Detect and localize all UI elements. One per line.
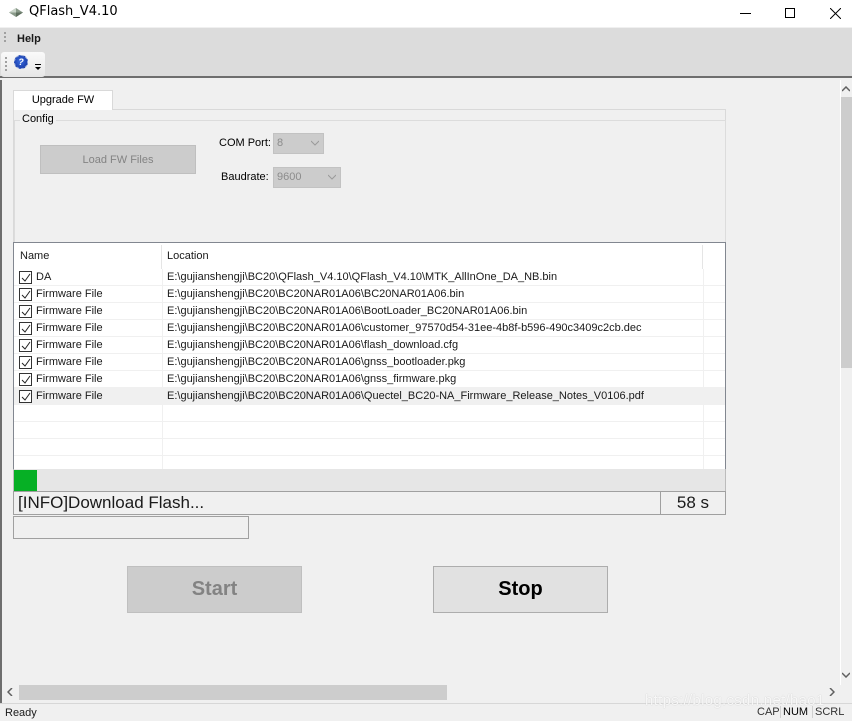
tab-upgrade-fw[interactable]: Upgrade FW — [13, 90, 113, 110]
com-port-label: COM Port: — [219, 137, 271, 149]
row-checkbox[interactable] — [19, 271, 32, 284]
window-title: QFlash_V4.10 — [29, 4, 118, 19]
sub-status-box — [13, 516, 249, 539]
list-item[interactable]: Firmware File E:\gujianshengji\BC20\BC20N… — [14, 354, 725, 371]
app-icon — [9, 8, 23, 17]
row-location: E:\gujianshengji\BC20\BC20NAR01A06\BC20N… — [167, 288, 465, 300]
row-name: Firmware File — [36, 390, 103, 402]
checkmark-icon — [21, 307, 31, 316]
checkmark-icon — [21, 341, 31, 350]
checkmark-icon — [21, 392, 31, 401]
row-checkbox[interactable] — [19, 356, 32, 369]
baudrate-select[interactable]: 9600 — [273, 167, 341, 188]
row-checkbox[interactable] — [19, 390, 32, 403]
config-group-label: Config — [20, 113, 56, 125]
minimize-icon — [739, 12, 751, 14]
toolbar-overflow-icon[interactable] — [34, 62, 42, 72]
com-port-value: 8 — [277, 137, 284, 149]
row-location: E:\gujianshengji\BC20\BC20NAR01A06\custo… — [167, 322, 642, 334]
menu-help[interactable]: Help — [17, 33, 41, 45]
row-checkbox[interactable] — [19, 373, 32, 386]
toolbar: ? — [0, 50, 852, 78]
menu-bar: Help — [0, 28, 852, 50]
maximize-icon — [784, 8, 795, 18]
row-name: Firmware File — [36, 356, 103, 368]
empty-row — [14, 422, 725, 439]
close-icon — [829, 8, 841, 19]
row-location: E:\gujianshengji\BC20\BC20NAR01A06\gnss_… — [167, 356, 466, 368]
com-port-select[interactable]: 8 — [273, 133, 324, 154]
start-button[interactable]: Start — [127, 566, 302, 613]
list-item[interactable]: Firmware File E:\gujianshengji\BC20\BC20N… — [14, 303, 725, 320]
column-separator[interactable] — [702, 245, 703, 269]
row-checkbox[interactable] — [19, 322, 32, 335]
row-name: Firmware File — [36, 305, 103, 317]
row-location: E:\gujianshengji\BC20\BC20NAR01A06\gnss_… — [167, 373, 457, 385]
chevron-left-icon — [7, 688, 13, 696]
row-name: Firmware File — [36, 373, 103, 385]
scroll-down-button[interactable] — [840, 668, 852, 682]
checkmark-icon — [21, 358, 31, 367]
row-name: Firmware File — [36, 288, 103, 300]
vertical-scroll-thumb[interactable] — [841, 97, 852, 368]
close-button[interactable] — [812, 0, 852, 27]
row-location: E:\gujianshengji\BC20\BC20NAR01A06\BootL… — [167, 305, 528, 317]
scroll-right-button[interactable] — [826, 685, 838, 699]
checkmark-icon — [21, 375, 31, 384]
list-item[interactable]: DA E:\gujianshengji\BC20\QFlash_V4.10\QFl… — [14, 269, 725, 286]
checkmark-icon — [21, 290, 31, 299]
watermark: https://blog.csdn.net/hao1 — [645, 692, 825, 709]
empty-row — [14, 456, 725, 469]
row-checkbox[interactable] — [19, 339, 32, 352]
row-location: E:\gujianshengji\BC20\BC20NAR01A06\flash… — [167, 339, 459, 351]
config-group — [14, 120, 726, 244]
row-name: Firmware File — [36, 322, 103, 334]
checkmark-icon — [21, 324, 31, 333]
list-item[interactable]: Firmware File E:\gujianshengji\BC20\BC20N… — [14, 286, 725, 303]
elapsed-time: 58 s — [660, 491, 726, 515]
scroll-left-button[interactable] — [4, 685, 16, 699]
download-progress-bar — [13, 469, 726, 492]
chevron-right-icon — [829, 688, 835, 696]
progress-fill — [14, 470, 38, 492]
chevron-down-icon — [311, 140, 319, 146]
baudrate-label: Baudrate: — [221, 171, 269, 183]
scroll-up-button[interactable] — [840, 82, 852, 96]
row-location: E:\gujianshengji\BC20\QFlash_V4.10\QFlas… — [167, 271, 558, 283]
column-header-location[interactable]: Location — [161, 243, 702, 269]
list-item[interactable]: Firmware File E:\gujianshengji\BC20\BC20N… — [14, 371, 725, 388]
title-bar: QFlash_V4.10 — [0, 0, 852, 27]
menu-grip-icon[interactable] — [4, 32, 6, 44]
row-location: E:\gujianshengji\BC20\BC20NAR01A06\Quect… — [167, 390, 644, 402]
empty-row — [14, 439, 725, 456]
baudrate-value: 9600 — [277, 171, 302, 183]
list-header: Name Location — [14, 243, 725, 269]
row-name: Firmware File — [36, 339, 103, 351]
checkmark-icon — [21, 273, 31, 282]
load-fw-files-button[interactable]: Load FW Files — [40, 145, 196, 174]
chevron-down-icon — [842, 672, 850, 678]
firmware-file-list[interactable]: Name Location DA E:\gujianshengji\BC20\QF… — [13, 242, 726, 470]
list-item[interactable]: Firmware File E:\gujianshengji\BC20\BC20N… — [14, 388, 725, 405]
help-icon[interactable]: ? — [14, 55, 28, 69]
minimize-button[interactable] — [722, 0, 768, 27]
empty-row — [14, 405, 725, 422]
status-bar-text: Ready — [5, 707, 37, 719]
list-item[interactable]: Firmware File E:\gujianshengji\BC20\BC20N… — [14, 337, 725, 354]
maximize-button[interactable] — [767, 0, 813, 27]
horizontal-scroll-thumb[interactable] — [19, 685, 447, 700]
row-name: DA — [36, 271, 52, 283]
column-header-name[interactable]: Name — [14, 243, 162, 269]
row-checkbox[interactable] — [19, 305, 32, 318]
chevron-up-icon — [842, 86, 850, 92]
chevron-down-icon — [328, 174, 336, 180]
status-message: [INFO]Download Flash... — [13, 491, 661, 515]
list-item[interactable]: Firmware File E:\gujianshengji\BC20\BC20N… — [14, 320, 725, 337]
row-checkbox[interactable] — [19, 288, 32, 301]
toolbar-grip-icon[interactable] — [5, 57, 7, 73]
stop-button[interactable]: Stop — [433, 566, 608, 613]
